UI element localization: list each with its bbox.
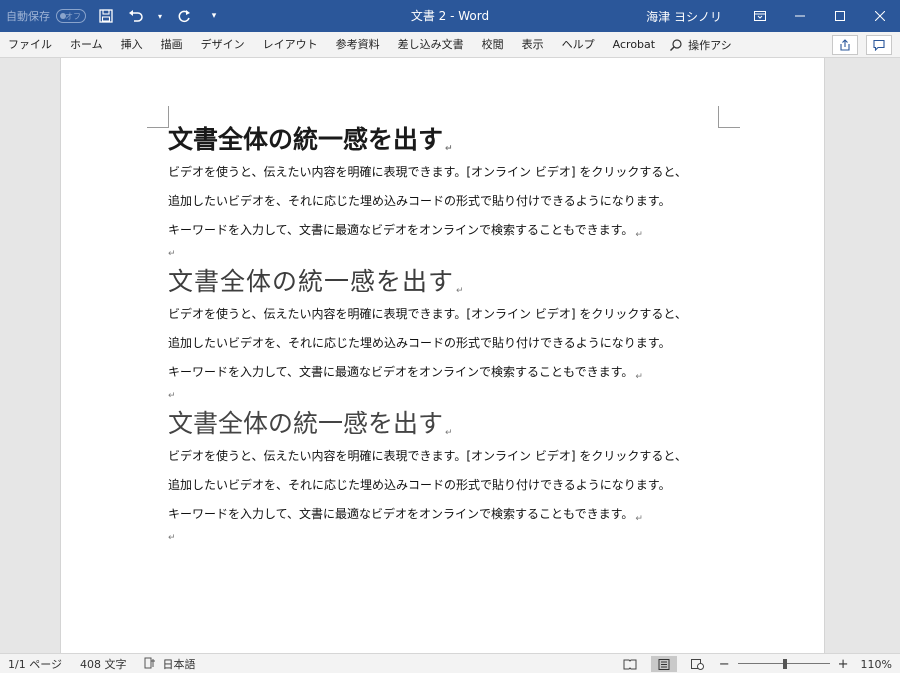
heading-1[interactable]: 文書全体の統一感を出す ↵	[168, 122, 728, 158]
tab-view[interactable]: 表示	[513, 32, 553, 58]
body-paragraph[interactable]: ビデオを使うと、伝えたい内容を明確に表現できます。[オンライン ビデオ] をクリ…	[168, 442, 728, 529]
paragraph-mark: ↵	[445, 428, 453, 438]
paragraph-mark: ↵	[445, 144, 453, 154]
quick-access-toolbar: 自動保存 オフ ▾ ▾	[6, 0, 224, 32]
document-page[interactable]: 文書全体の統一感を出す ↵ ビデオを使うと、伝えたい内容を明確に表現できます。[オ…	[60, 58, 825, 653]
customize-toolbar-icon[interactable]: ▾	[204, 6, 224, 26]
tab-design[interactable]: デザイン	[192, 32, 254, 58]
undo-icon[interactable]	[126, 6, 146, 26]
paragraph-line: 追加したいビデオを、それに応じた埋め込みコードの形式で貼り付けできるようになりま…	[168, 336, 671, 350]
paragraph-mark: ↵	[635, 372, 643, 382]
word-count[interactable]: 408 文字	[80, 656, 127, 672]
zoom-out-button[interactable]: −	[719, 657, 730, 672]
close-icon[interactable]	[860, 0, 900, 32]
paragraph-mark: ↵	[456, 286, 465, 296]
paragraph-line-last: キーワードを入力して、文書に最適なビデオをオンラインで検索することもできます。 ↵	[168, 507, 643, 524]
zoom-slider[interactable]	[737, 656, 830, 672]
minimize-icon[interactable]	[780, 0, 820, 32]
tell-me-label: 操作アシ	[688, 38, 732, 52]
heading-text: 文書全体の統一感を出す	[168, 409, 444, 438]
heading-2[interactable]: 文書全体の統一感を出す ↵	[168, 264, 728, 300]
tell-me-box[interactable]: 操作アシ	[664, 32, 732, 58]
paragraph-mark: ↵	[635, 514, 643, 524]
tab-layout[interactable]: レイアウト	[254, 32, 327, 58]
paragraph-line: 追加したいビデオを、それに応じた埋め込みコードの形式で貼り付けできるようになりま…	[168, 478, 671, 492]
search-icon	[670, 38, 682, 51]
proofing-icon[interactable]	[144, 657, 156, 672]
status-bar: 1/1 ページ 408 文字 日本語 − + 110%	[0, 653, 900, 673]
language-indicator[interactable]: 日本語	[162, 656, 195, 672]
window-controls: 海津 ヨシノリ	[646, 0, 900, 32]
paragraph-line: 追加したいビデオを、それに応じた埋め込みコードの形式で貼り付けできるようになりま…	[168, 194, 671, 208]
tab-help[interactable]: ヘルプ	[553, 32, 604, 58]
crop-mark-top-left	[147, 106, 169, 128]
print-layout-icon[interactable]	[650, 656, 677, 672]
paragraph-line: ビデオを使うと、伝えたい内容を明確に表現できます。[オンライン ビデオ] をクリ…	[168, 307, 687, 321]
tab-draw[interactable]: 描画	[152, 32, 192, 58]
empty-paragraph[interactable]: ↵	[168, 245, 728, 264]
tab-file[interactable]: ファイル	[0, 32, 61, 58]
web-layout-icon[interactable]	[685, 656, 711, 672]
body-paragraph[interactable]: ビデオを使うと、伝えたい内容を明確に表現できます。[オンライン ビデオ] をクリ…	[168, 300, 728, 387]
empty-paragraph[interactable]: ↵	[168, 387, 728, 406]
redo-icon[interactable]	[174, 6, 194, 26]
tab-insert[interactable]: 挿入	[112, 32, 152, 58]
paragraph-line-last: キーワードを入力して、文書に最適なビデオをオンラインで検索することもできます。 ↵	[168, 365, 643, 382]
share-icon[interactable]	[832, 35, 858, 55]
document-workspace[interactable]: 文書全体の統一感を出す ↵ ビデオを使うと、伝えたい内容を明確に表現できます。[オ…	[0, 58, 900, 653]
tab-review[interactable]: 校閲	[473, 32, 513, 58]
paragraph-mark: ↵	[635, 230, 643, 240]
body-paragraph[interactable]: ビデオを使うと、伝えたい内容を明確に表現できます。[オンライン ビデオ] をクリ…	[168, 158, 728, 245]
paragraph-line: ビデオを使うと、伝えたい内容を明確に表現できます。[オンライン ビデオ] をクリ…	[168, 165, 687, 179]
save-icon[interactable]	[96, 6, 116, 26]
paragraph-line: ビデオを使うと、伝えたい内容を明確に表現できます。[オンライン ビデオ] をクリ…	[168, 449, 687, 463]
zoom-thumb[interactable]	[782, 659, 787, 669]
page-count[interactable]: 1/1 ページ	[8, 656, 62, 672]
autosave-label: 自動保存	[6, 10, 50, 23]
tab-mailings[interactable]: 差し込み文書	[389, 32, 473, 58]
title-bar: 自動保存 オフ ▾ ▾ 文書 2 - Word 海津 ヨシノリ	[0, 0, 900, 32]
paragraph-line-last: キーワードを入力して、文書に最適なビデオをオンラインで検索することもできます。 ↵	[168, 223, 643, 240]
heading-text: 文書全体の統一感を出す	[168, 267, 455, 296]
ribbon-right-actions	[832, 35, 892, 55]
tab-home[interactable]: ホーム	[61, 32, 112, 58]
read-mode-icon[interactable]	[617, 656, 643, 672]
status-bar-left: 1/1 ページ 408 文字 日本語	[8, 654, 195, 673]
ribbon-display-options-icon[interactable]	[740, 0, 780, 32]
comments-icon[interactable]	[866, 35, 892, 55]
autosave-toggle[interactable]: オフ	[56, 9, 86, 23]
ribbon-tabs: ファイル ホーム 挿入 描画 デザイン レイアウト 参考資料 差し込み文書 校閲…	[0, 32, 900, 58]
document-body[interactable]: 文書全体の統一感を出す ↵ ビデオを使うと、伝えたい内容を明確に表現できます。[オ…	[168, 122, 728, 548]
zoom-in-button[interactable]: +	[838, 657, 849, 672]
empty-paragraph[interactable]: ↵	[168, 529, 728, 548]
zoom-level[interactable]: 110%	[861, 658, 892, 671]
autosave-toggle-label: オフ	[65, 11, 81, 21]
undo-dropdown-icon[interactable]: ▾	[156, 6, 164, 26]
maximize-icon[interactable]	[820, 0, 860, 32]
tab-acrobat[interactable]: Acrobat	[604, 32, 664, 58]
status-bar-right: − + 110%	[617, 654, 892, 673]
heading-3[interactable]: 文書全体の統一感を出す ↵	[168, 406, 728, 442]
tab-references[interactable]: 参考資料	[327, 32, 389, 58]
window-title: 文書 2 - Word	[410, 9, 490, 23]
heading-text: 文書全体の統一感を出す	[168, 125, 444, 154]
autosave-control[interactable]: 自動保存 オフ	[6, 8, 86, 24]
user-name[interactable]: 海津 ヨシノリ	[646, 8, 722, 25]
